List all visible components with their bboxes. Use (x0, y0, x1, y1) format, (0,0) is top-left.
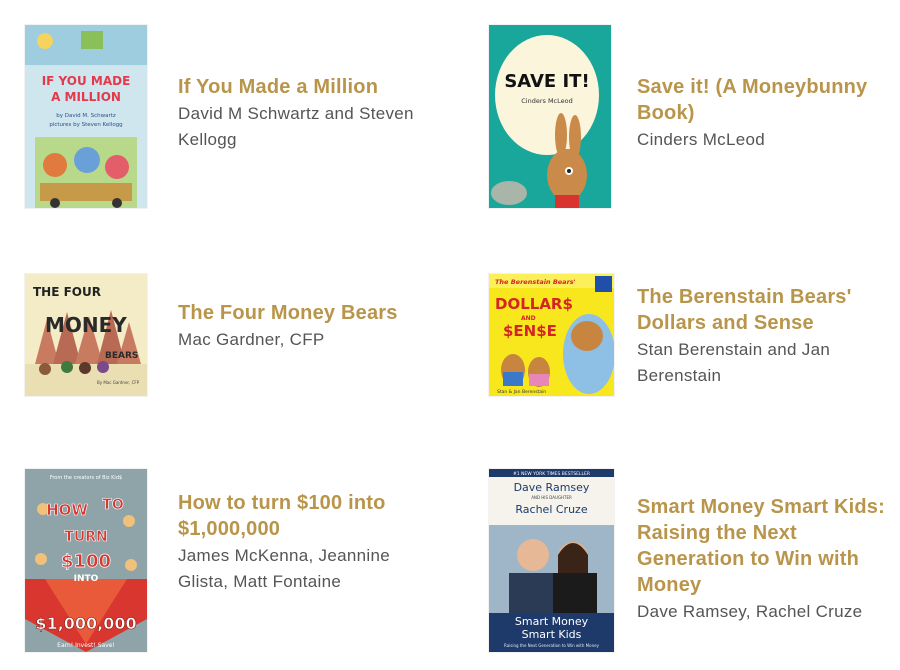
book-author: Stan Berenstain and Jan Berenstain (637, 340, 831, 385)
book-cover-image[interactable]: THE FOUR MONEY BEARS By Mac Gardner, CFP (25, 274, 147, 396)
cover-title-and: AND (521, 315, 536, 322)
cover-name-2: Rachel Cruze (515, 503, 587, 516)
cover-amount: $1,000,000 (35, 614, 136, 633)
how-to-turn-100-cover: From the creators of Biz Kid$ HOW TO TUR… (25, 469, 147, 652)
book-cover-image[interactable]: The Berenstain Bears' DOLLAR$ AND $EN$E … (489, 274, 614, 396)
cover-title-line1: IF YOU MADE (42, 74, 131, 88)
save-it-cover: SAVE IT! Cinders McLeod (489, 25, 611, 208)
cover-byline: Stan & Jan Berenstain (497, 389, 546, 395)
cover-byline: by David M. Schwartz (56, 113, 116, 119)
book-title[interactable]: If You Made a Million (178, 74, 418, 100)
cover-title-line1: THE FOUR (33, 285, 101, 299)
cover-byline: By Mac Gardner, CFP (97, 380, 140, 385)
cover-subtitle: Raising the Next Generation to Win with … (504, 643, 600, 648)
cover-title-line1: Smart Money (515, 615, 589, 628)
cover-name-1: Dave Ramsey (514, 481, 590, 494)
book-cover-image[interactable]: SAVE IT! Cinders McLeod (489, 25, 611, 208)
cover-series: The Berenstain Bears' (495, 278, 576, 286)
book-cover-image[interactable]: #1 NEW YORK TIMES BESTSELLER Dave Ramsey… (489, 469, 614, 652)
cover-title-line2: $EN$E (503, 322, 557, 340)
four-money-bears-cover: THE FOUR MONEY BEARS By Mac Gardner, CFP (25, 274, 147, 396)
cover-title-line3: BEARS (105, 351, 138, 361)
cover-title-line2: MONEY (45, 313, 127, 337)
cover-byline: Cinders McLeod (521, 97, 573, 105)
cover-headline: SAVE IT! (504, 71, 589, 92)
book-title[interactable]: The Four Money Bears (178, 300, 418, 326)
cover-and: AND HIS DAUGHTER (531, 495, 572, 500)
cover-word-to: TO (102, 497, 124, 513)
book-cover-image[interactable]: From the creators of Biz Kid$ HOW TO TUR… (25, 469, 147, 652)
book-author: James McKenna, Jeannine Glista, Matt Fon… (178, 546, 390, 591)
cover-title-line2: A MILLION (51, 90, 121, 104)
smart-money-smart-kids-cover: #1 NEW YORK TIMES BESTSELLER Dave Ramsey… (489, 469, 614, 652)
cover-tagline: Earn! Invest! Save! (57, 642, 115, 649)
cover-title-line2: Smart Kids (522, 628, 582, 641)
book-title[interactable]: Smart Money Smart Kids: Raising the Next… (637, 494, 892, 598)
book-author: Mac Gardner, CFP (178, 330, 325, 349)
book-author: David M Schwartz and Steven Kellogg (178, 104, 414, 149)
book-title[interactable]: How to turn $100 into $1,000,000 (178, 490, 418, 542)
book-author: Dave Ramsey, Rachel Cruze (637, 602, 863, 621)
book-cover-image[interactable]: IF YOU MADE A MILLION by David M. Schwar… (25, 25, 147, 208)
cover-banner: #1 NEW YORK TIMES BESTSELLER (513, 471, 590, 477)
cover-title-line1: DOLLAR$ (495, 295, 573, 313)
book-author: Cinders McLeod (637, 130, 765, 149)
cover-word-100: $100 (61, 551, 111, 572)
book-title[interactable]: The Berenstain Bears' Dollars and Sense (637, 284, 882, 336)
book-title[interactable]: Save it! (A Moneybunny Book) (637, 74, 877, 126)
berenstain-bears-dollars-and-sense-cover: The Berenstain Bears' DOLLAR$ AND $EN$E … (489, 274, 614, 396)
cover-illustrator: pictures by Steven Kellogg (49, 122, 122, 128)
cover-top-line: From the creators of Biz Kid$ (50, 475, 122, 481)
cover-word-turn: TURN (64, 529, 107, 545)
cover-word-into: INTO (74, 574, 99, 584)
if-you-made-a-million-cover: IF YOU MADE A MILLION by David M. Schwar… (25, 25, 147, 208)
cover-word-how: HOW (46, 501, 88, 519)
